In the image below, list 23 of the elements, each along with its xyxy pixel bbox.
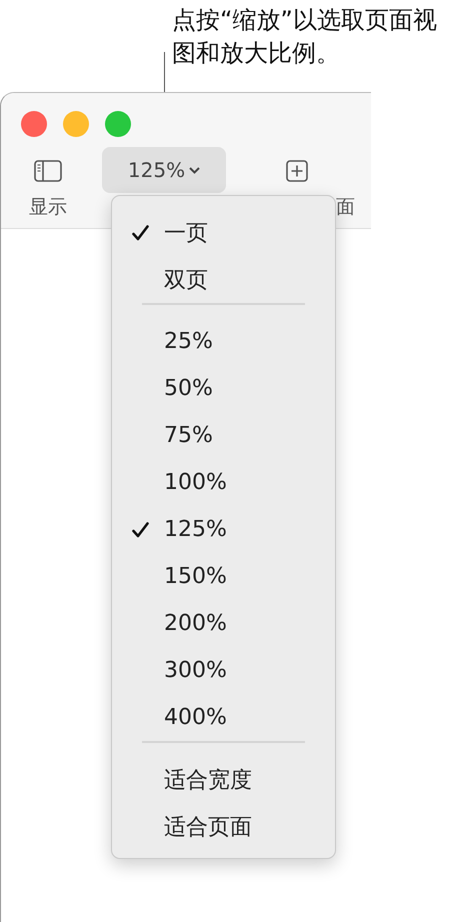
view-label: 显示 xyxy=(29,195,67,220)
menu-item[interactable]: 75% xyxy=(112,412,335,459)
zoom-button[interactable]: 125% xyxy=(102,147,226,193)
menu-item[interactable]: 25% xyxy=(112,318,335,365)
menu-item[interactable]: 300% xyxy=(112,647,335,694)
menu-item[interactable]: 双页 xyxy=(112,256,335,303)
menu-item[interactable]: 一页 xyxy=(112,209,335,256)
menu-item[interactable]: 50% xyxy=(112,365,335,412)
zoom-window-button[interactable] xyxy=(105,111,131,137)
menu-item[interactable]: 200% xyxy=(112,600,335,647)
minimize-button[interactable] xyxy=(63,111,89,137)
chevron-icon xyxy=(189,166,200,174)
menu-item[interactable]: 150% xyxy=(112,553,335,600)
add-page-icon[interactable] xyxy=(286,160,308,182)
menu-item[interactable]: 125% xyxy=(112,506,335,553)
menu-item[interactable]: 适合页面 xyxy=(112,803,335,850)
close-button[interactable] xyxy=(21,111,47,137)
menu-item[interactable]: 100% xyxy=(112,459,335,506)
callout-text: 点按“缩放”以选取页面视图和放大比例。 xyxy=(172,5,438,69)
add-page-label: 面 xyxy=(336,195,355,220)
menu-item[interactable]: 400% xyxy=(112,694,335,741)
menu-item[interactable]: 适合宽度 xyxy=(112,756,335,803)
sidebar-icon[interactable] xyxy=(34,160,62,182)
